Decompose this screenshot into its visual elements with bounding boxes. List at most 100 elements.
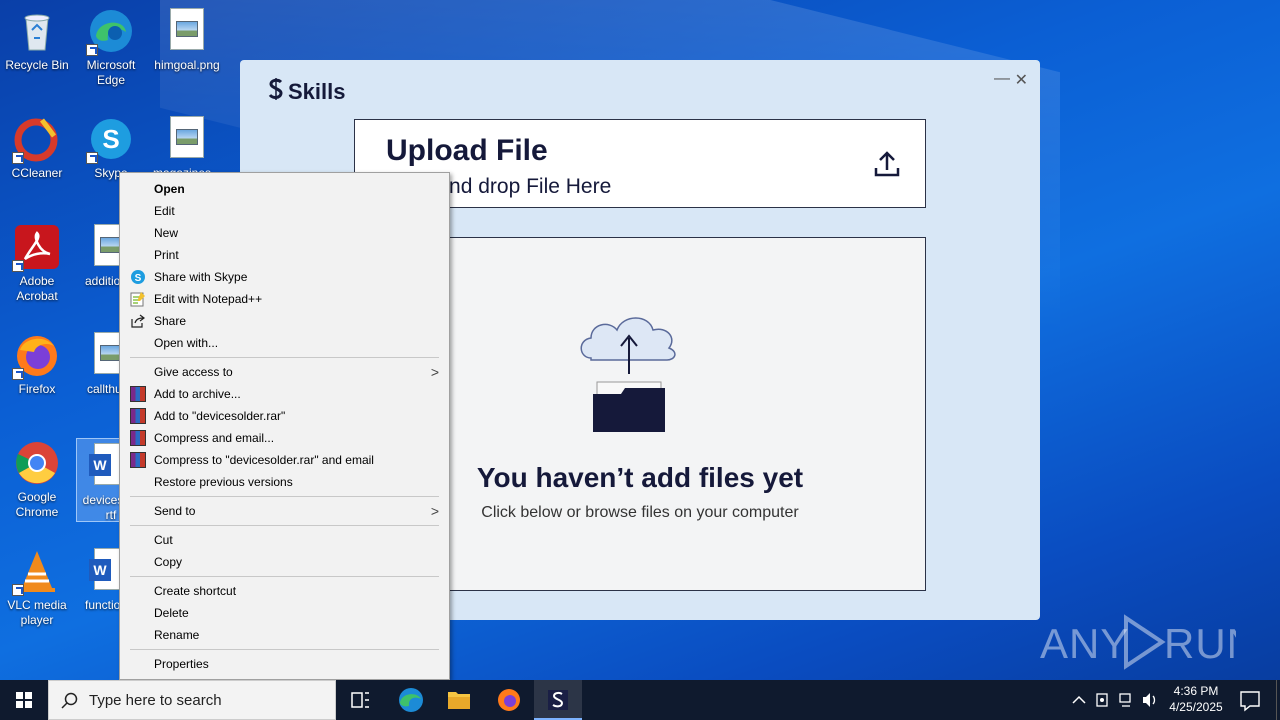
menu-item-copy[interactable]: Copy (120, 551, 449, 573)
svg-text:S: S (135, 273, 142, 284)
skype-icon: S (86, 116, 134, 164)
winrar-icon (130, 430, 146, 446)
skills-app-icon (548, 690, 568, 710)
desktop-icon-ccleaner[interactable]: CCleaner (0, 116, 74, 181)
skills-logo-text: Skills (288, 79, 346, 104)
close-button[interactable]: ✕ (1015, 70, 1028, 90)
shortcut-arrow-icon (12, 584, 24, 596)
menu-item-print[interactable]: Print (120, 244, 449, 266)
menu-item-properties[interactable]: Properties (120, 653, 449, 675)
desktop-icon-himgoal[interactable]: himgoal.png (150, 8, 224, 73)
menu-item-label: Share (154, 314, 187, 328)
desktop-icon-label: Recycle Bin (5, 58, 69, 72)
edge-icon (86, 8, 134, 56)
anyrun-logo-icon: ANY RUN (1040, 614, 1257, 670)
menu-item-compress-to-rar-email[interactable]: Compress to "devicesolder.rar" and email (120, 449, 449, 471)
notification-center-button[interactable] (1226, 680, 1274, 720)
chevron-up-icon[interactable] (1072, 695, 1086, 704)
menu-item-restore-previous-versions[interactable]: Restore previous versions (120, 471, 449, 493)
desktop-icon-label: CCleaner (11, 166, 63, 180)
menu-item-label: Edit with Notepad++ (154, 292, 263, 306)
upload-icon[interactable] (873, 150, 901, 178)
desktop-icon-label: VLC media player (7, 598, 67, 627)
menu-item-label: Share with Skype (154, 270, 248, 284)
desktop-icon-label: Adobe Acrobat (16, 274, 58, 303)
volume-icon[interactable] (1143, 693, 1156, 707)
cloud-upload-folder-icon (569, 302, 709, 442)
edge-icon (399, 688, 423, 712)
shortcut-arrow-icon (86, 44, 98, 56)
menu-item-label: Open (154, 182, 185, 196)
windows-logo-icon (16, 692, 32, 708)
search-placeholder: Type here to search (89, 692, 222, 709)
menu-item-share-with-skype[interactable]: S Share with Skype (120, 266, 449, 288)
taskbar-clock[interactable]: 4:36 PM 4/25/2025 (1164, 683, 1228, 715)
firefox-icon (12, 332, 60, 380)
shortcut-arrow-icon (12, 152, 24, 164)
menu-item-rename[interactable]: Rename (120, 624, 449, 646)
menu-item-cut[interactable]: Cut (120, 529, 449, 551)
context-menu: Open Edit New Print S Share with Skype E… (119, 172, 450, 680)
desktop-icon-label: himgoal.png (154, 58, 220, 72)
ccleaner-icon (12, 116, 60, 164)
desktop-icon-google-chrome[interactable]: Google Chrome (0, 440, 74, 520)
shortcut-arrow-icon (86, 152, 98, 164)
taskbar-firefox[interactable] (485, 680, 533, 720)
menu-item-label: Add to "devicesolder.rar" (154, 409, 286, 423)
winrar-icon (130, 452, 146, 468)
menu-item-label: Create shortcut (154, 584, 237, 598)
menu-item-label: Print (154, 248, 179, 262)
desktop-icon-label: Firefox (18, 382, 56, 396)
folder-icon (448, 692, 470, 709)
menu-item-edit[interactable]: Edit (120, 200, 449, 222)
taskbar-search-box[interactable]: Type here to search (48, 680, 336, 720)
shortcut-arrow-icon (12, 368, 24, 380)
menu-item-create-shortcut[interactable]: Create shortcut (120, 580, 449, 602)
meet-now-icon[interactable] (1096, 693, 1108, 707)
menu-item-edit-notepadpp[interactable]: Edit with Notepad++ (120, 288, 449, 310)
image-file-icon (164, 8, 210, 54)
menu-item-give-access-to[interactable]: Give access to > (120, 361, 449, 383)
skills-logo: Skills (268, 78, 345, 106)
menu-item-label: Send to (154, 504, 196, 518)
desktop-icon-recycle-bin[interactable]: Recycle Bin (0, 8, 74, 73)
taskbar-skills-app[interactable] (534, 680, 582, 720)
chevron-right-icon: > (430, 503, 439, 519)
menu-item-label: Add to archive... (154, 387, 241, 401)
desktop-icon-adobe-acrobat[interactable]: Adobe Acrobat (0, 224, 74, 304)
menu-item-label: Restore previous versions (154, 475, 293, 489)
menu-item-add-to-archive[interactable]: Add to archive... (120, 383, 449, 405)
acrobat-icon (12, 224, 60, 272)
show-desktop-button[interactable] (1276, 680, 1280, 720)
notification-icon (1240, 691, 1260, 712)
chevron-right-icon: > (430, 364, 439, 380)
minimize-button[interactable]: — (994, 70, 1010, 88)
svg-text:ANY: ANY (1040, 620, 1129, 667)
menu-item-delete[interactable]: Delete (120, 602, 449, 624)
desktop-icon-firefox[interactable]: Firefox (0, 332, 74, 397)
notepadpp-icon (130, 291, 146, 307)
desktop-icon-vlc[interactable]: VLC media player (0, 548, 74, 628)
menu-item-open[interactable]: Open (120, 178, 449, 200)
share-icon (130, 313, 146, 329)
menu-item-label: New (154, 226, 179, 240)
system-tray (1066, 680, 1166, 720)
svg-text:S: S (102, 124, 119, 154)
menu-item-compress-and-email[interactable]: Compress and email... (120, 427, 449, 449)
menu-item-send-to[interactable]: Send to > (120, 500, 449, 522)
menu-item-label: Properties (154, 657, 209, 671)
menu-item-open-with[interactable]: Open with... (120, 332, 449, 354)
menu-item-new[interactable]: New (120, 222, 449, 244)
menu-item-add-to-rar[interactable]: Add to "devicesolder.rar" (120, 405, 449, 427)
desktop-icon-microsoft-edge[interactable]: Microsoft Edge (74, 8, 148, 88)
start-button[interactable] (0, 680, 48, 720)
desktop-icon-label: Microsoft Edge (86, 58, 136, 87)
taskbar-file-explorer[interactable] (435, 680, 483, 720)
taskbar-edge[interactable] (387, 680, 435, 720)
vlc-icon (12, 548, 60, 596)
skills-logo-icon (268, 78, 284, 106)
network-icon[interactable] (1119, 693, 1131, 707)
menu-item-share[interactable]: Share (120, 310, 449, 332)
task-view-button[interactable] (336, 680, 384, 720)
menu-separator (130, 525, 439, 526)
